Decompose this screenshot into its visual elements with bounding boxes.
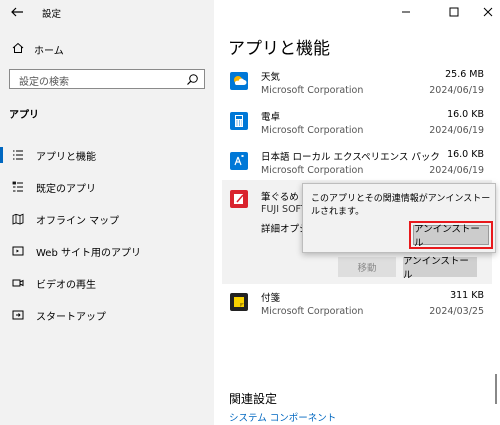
popup-uninstall-button[interactable]: アンインストール bbox=[413, 224, 489, 249]
sidebar-item-label: オフライン マップ bbox=[36, 215, 120, 227]
app-publisher: Microsoft Corporation bbox=[261, 85, 364, 96]
app-name: 天気 bbox=[261, 72, 281, 83]
startup-icon bbox=[12, 309, 24, 321]
app-date: 2024/03/25 bbox=[429, 306, 484, 317]
list-item[interactable]: 電卓 Microsoft Corporation 16.0 KB 2024/06… bbox=[214, 109, 484, 149]
language-icon bbox=[230, 152, 248, 170]
web-icon bbox=[12, 245, 24, 257]
minimize-button[interactable] bbox=[398, 4, 414, 20]
app-size: 16.0 KB bbox=[447, 149, 484, 160]
search-icon[interactable] bbox=[186, 73, 199, 86]
app-date: 2024/06/19 bbox=[429, 165, 484, 176]
close-button[interactable] bbox=[480, 4, 496, 20]
sidebar-item-label: ビデオの再生 bbox=[36, 279, 96, 291]
calculator-icon bbox=[230, 112, 248, 130]
window-title: 設定 bbox=[42, 9, 62, 20]
app-name: 付箋 bbox=[261, 293, 281, 304]
sidebar-item-web-apps[interactable]: Web サイト用のアプリ bbox=[0, 235, 214, 267]
sidebar-item-default-apps[interactable]: 既定のアプリ bbox=[0, 171, 214, 203]
sidebar-item-video-playback[interactable]: ビデオの再生 bbox=[0, 267, 214, 299]
list-item[interactable]: 天気 Microsoft Corporation 25.6 MB 2024/06… bbox=[214, 69, 484, 109]
sidebar-item-label: アプリと機能 bbox=[36, 151, 96, 163]
page-title: アプリと機能 bbox=[228, 39, 330, 59]
app-size: 311 KB bbox=[450, 290, 484, 301]
sidebar: 設定 ホーム 設定の検索 アプリ アプリと機能 既定のアプリ オフライン マップ… bbox=[0, 0, 214, 425]
list-item[interactable]: 付箋 Microsoft Corporation 311 KB 2024/03/… bbox=[214, 290, 484, 330]
app-publisher: Microsoft Corporation bbox=[261, 306, 364, 317]
app-publisher: Microsoft Corporation bbox=[261, 125, 364, 136]
app-publisher: FUJI SOFT bbox=[261, 204, 307, 215]
system-components-link[interactable]: システム コンポーネント bbox=[229, 410, 336, 424]
home-icon bbox=[12, 42, 24, 57]
sidebar-item-offline-maps[interactable]: オフライン マップ bbox=[0, 203, 214, 235]
sidebar-item-label: 既定のアプリ bbox=[36, 183, 96, 195]
popup-message: このアプリとその関連情報がアンインストールされます。 bbox=[311, 194, 491, 217]
minimize-icon bbox=[402, 11, 410, 13]
app-name: 日本語 ローカル エクスペリエンス パック bbox=[261, 152, 440, 163]
sidebar-item-label: Web サイト用のアプリ bbox=[36, 247, 141, 259]
back-arrow-icon[interactable] bbox=[9, 4, 25, 20]
app-publisher: Microsoft Corporation bbox=[261, 165, 364, 176]
title-bar: 設定 bbox=[0, 0, 214, 26]
maximize-button[interactable] bbox=[446, 4, 462, 20]
sticky-notes-icon bbox=[230, 293, 248, 311]
uninstall-button[interactable]: アンインストール bbox=[403, 256, 477, 281]
sidebar-item-label: スタートアップ bbox=[36, 311, 106, 323]
weather-icon bbox=[230, 72, 248, 90]
sidebar-item-home[interactable]: ホーム bbox=[12, 41, 64, 57]
search-placeholder: 設定の検索 bbox=[19, 77, 69, 88]
app-size: 25.6 MB bbox=[445, 69, 484, 80]
scrollbar[interactable] bbox=[495, 374, 497, 404]
home-label: ホーム bbox=[34, 45, 64, 57]
close-icon bbox=[483, 7, 493, 17]
search-input[interactable]: 設定の検索 bbox=[9, 69, 205, 89]
move-button[interactable]: 移動 bbox=[338, 257, 396, 277]
sidebar-item-apps-features[interactable]: アプリと機能 bbox=[0, 139, 214, 171]
sidebar-item-startup[interactable]: スタートアップ bbox=[0, 299, 214, 331]
app-size: 16.0 KB bbox=[447, 109, 484, 120]
app-date: 2024/06/19 bbox=[429, 85, 484, 96]
fudegurume-icon bbox=[230, 190, 248, 208]
list-icon bbox=[12, 149, 24, 161]
related-settings-heading: 関連設定 bbox=[229, 392, 278, 406]
maximize-icon bbox=[449, 7, 459, 17]
sidebar-nav: アプリと機能 既定のアプリ オフライン マップ Web サイト用のアプリ ビデオ… bbox=[0, 139, 214, 331]
app-date: 2024/06/19 bbox=[429, 125, 484, 136]
default-apps-icon bbox=[12, 181, 24, 193]
section-heading: アプリ bbox=[9, 110, 39, 121]
app-name: 電卓 bbox=[261, 112, 281, 123]
map-icon bbox=[12, 213, 24, 225]
video-icon bbox=[12, 277, 24, 289]
